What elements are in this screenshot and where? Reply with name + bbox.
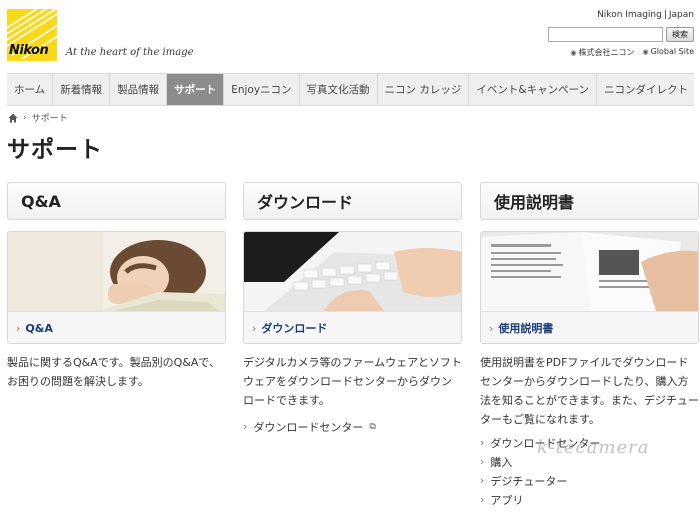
download-card-link-label: ダウンロード [261,322,328,335]
qa-card-link[interactable]: › Q&A [8,311,225,343]
download-center-link-label: ダウンロードセンター [253,420,364,434]
search-bar: 検索 [548,27,694,42]
search-button[interactable]: 検索 [666,27,694,42]
download-heading: ダウンロード [243,182,462,220]
chevron-right-icon: › [480,455,485,468]
breadcrumb: › サポート [8,111,68,124]
chevron-right-icon: › [480,436,485,449]
manual-description: 使用説明書をPDFファイルでダウンロードセンターからダウンロードしたり、購入方法… [480,356,699,426]
nav-item-photo-culture[interactable]: 写真文化活動 [300,74,378,105]
chevron-right-icon: › [252,321,257,335]
qa-heading: Q&A [7,182,226,220]
search-input[interactable] [548,27,663,42]
manual-card-link-label: 使用説明書 [498,322,554,335]
manual-link-digitutor[interactable]: › デジチューター [480,471,699,490]
chevron-right-icon: › [480,474,485,487]
manual-link-apps[interactable]: › アプリ [480,490,699,509]
qa-image [8,232,225,311]
breadcrumb-current: サポート [31,114,68,124]
region-links: 株式会社ニコン Global Site [570,47,694,58]
download-description: デジタルカメラ等のファームウェアとソフトウェアをダウンロードセンターからダウンロ… [243,356,462,407]
global-site-link[interactable]: Global Site [642,47,694,58]
nav-item-direct[interactable]: ニコンダイレクト [597,74,695,105]
chevron-right-icon: › [243,420,248,433]
tagline: At the heart of the image [66,47,194,58]
manual-link-label: 購入 [490,455,513,469]
download-column: ダウンロード › ダウンロード デジタルカメラ等のファームウェアとソフトウェアを… [243,182,462,436]
download-card-link[interactable]: › ダウンロード [244,311,461,343]
top-links: Nikon Imaging | Japan [597,10,694,20]
manual-link-label: デジチューター [490,474,568,488]
nav-item-enjoy[interactable]: Enjoyニコン [224,74,300,105]
qa-description: 製品に関するQ&Aです。製品別のQ&Aで、お困りの問題を解決します。 [7,356,220,388]
manual-card[interactable]: › 使用説明書 [480,231,699,344]
nav-item-products[interactable]: 製品情報 [110,74,168,105]
nav-item-home[interactable]: ホーム [7,74,54,105]
nav-item-events[interactable]: イベント&キャンペーン [469,74,598,105]
manual-link-label: アプリ [490,493,524,507]
qa-card[interactable]: › Q&A [7,231,226,344]
qa-card-link-label: Q&A [25,321,53,335]
chevron-right-icon: › [16,321,21,335]
main-nav: ホーム 新着情報 製品情報 サポート Enjoyニコン 写真文化活動 ニコン カ… [7,73,694,106]
nav-item-news[interactable]: 新着情報 [53,74,111,105]
top-link-imaging[interactable]: Nikon Imaging [597,10,662,20]
manual-card-link[interactable]: › 使用説明書 [481,311,698,343]
chevron-right-icon: › [489,321,494,335]
nikon-logo[interactable]: Nikon [7,9,57,61]
home-icon[interactable] [8,113,18,123]
page-title: サポート [7,137,103,163]
nav-item-support[interactable]: サポート [167,74,225,105]
top-link-region[interactable]: Japan [669,10,694,20]
corporate-link[interactable]: 株式会社ニコン [570,47,634,58]
download-card[interactable]: › ダウンロード [243,231,462,344]
qa-column: Q&A › Q&A 製品に関するQ&Aです。製品別のQ&Aで、お困りの問題を解決… [7,182,226,391]
manual-column: 使用説明書 › 使用説明書 使用説明書をPDFファイルでダウンロードセンターから… [480,182,699,509]
nav-item-college[interactable]: ニコン カレッジ [378,74,470,105]
download-image [244,232,461,311]
manual-heading: 使用説明書 [480,182,699,220]
watermark: k-tecamera [537,437,650,458]
download-center-link[interactable]: › ダウンロードセンター ⧉ [243,417,462,436]
manual-image [481,232,698,311]
external-window-icon: ⧉ [369,421,376,432]
logo-text: Nikon [9,43,49,58]
chevron-right-icon: › [480,493,485,506]
chevron-right-icon: › [23,112,27,123]
